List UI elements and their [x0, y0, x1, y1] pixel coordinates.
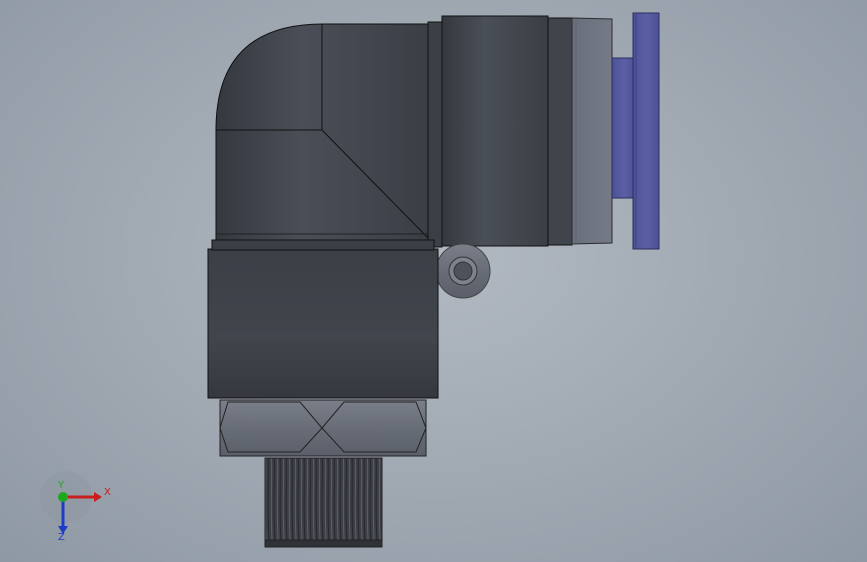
release-ring-hub: [611, 57, 637, 199]
y-axis-dot: [58, 492, 68, 502]
elbow-fitting-model[interactable]: [0, 0, 867, 562]
outlet-tube: [441, 15, 549, 247]
x-axis-label: X: [104, 487, 111, 498]
threaded-stem: [264, 457, 383, 547]
coordinate-triad: [40, 471, 102, 534]
y-axis-label: Y: [58, 480, 65, 491]
vertical-body: [207, 248, 439, 399]
body-collar: [211, 239, 435, 251]
thread-base: [264, 539, 383, 548]
outlet-tube-end: [547, 17, 573, 246]
release-ring-flange: [632, 12, 660, 250]
z-axis-label: Z: [58, 532, 65, 543]
x-axis-head: [94, 492, 102, 502]
hex-nut: [219, 399, 427, 457]
outlet-tube-joint: [427, 21, 443, 248]
collet-ring: [571, 17, 613, 245]
mounting-hole: [453, 261, 473, 281]
3d-viewport[interactable]: X Y Z: [0, 0, 867, 562]
